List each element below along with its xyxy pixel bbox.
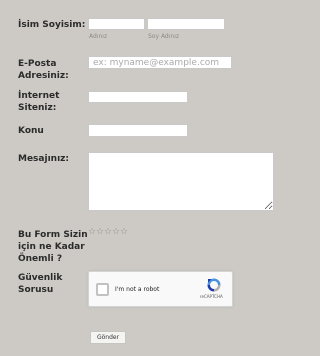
rating-star-icon[interactable]: ☆ [104, 227, 112, 237]
email-label-line2: Adresiniz: [18, 71, 69, 81]
last-name-sublabel: Soy Adınız [148, 33, 180, 40]
recaptcha-checkbox[interactable] [96, 283, 109, 296]
subject-label: Konu [18, 126, 44, 136]
last-name-input[interactable] [147, 18, 225, 30]
website-label: İnternet Siteniz: [18, 90, 59, 114]
rating-label-line1: Bu Form Sizin [18, 230, 88, 240]
security-label-line1: Güvenlik [18, 273, 63, 283]
message-label: Mesajınız: [18, 154, 69, 164]
email-input[interactable] [88, 56, 232, 69]
first-name-input[interactable] [88, 18, 145, 30]
email-label-line1: E-Posta [18, 59, 57, 69]
star-rating[interactable]: ☆ ☆ ☆ ☆ ☆ [88, 227, 128, 237]
rating-star-icon[interactable]: ☆ [120, 227, 128, 237]
rating-label-line3: Önemli ? [18, 254, 63, 264]
website-label-line2: Siteniz: [18, 103, 57, 113]
rating-star-icon[interactable]: ☆ [112, 227, 120, 237]
website-input[interactable] [88, 91, 188, 103]
recaptcha-widget: I'm not a robot reCAPTCHA [88, 271, 233, 307]
rating-label: Bu Form Sizin için ne Kadar Önemli ? [18, 229, 88, 265]
rating-star-icon[interactable]: ☆ [96, 227, 104, 237]
security-label: Güvenlik Sorusu [18, 272, 62, 296]
rating-label-line2: için ne Kadar [18, 242, 85, 252]
recaptcha-brand: reCAPTCHA [200, 294, 223, 299]
security-label-line2: Sorusu [18, 285, 54, 295]
message-textarea[interactable] [88, 152, 274, 211]
rating-star-icon[interactable]: ☆ [88, 227, 96, 237]
recaptcha-logo-icon [207, 278, 221, 292]
recaptcha-text: I'm not a robot [115, 286, 160, 293]
subject-input[interactable] [88, 124, 188, 137]
submit-button[interactable]: Gönder [90, 331, 126, 344]
first-name-sublabel: Adınız [89, 33, 108, 40]
name-label: İsim Soyisim: [18, 20, 86, 30]
website-label-line1: İnternet [18, 91, 60, 101]
email-label: E-Posta Adresiniz: [18, 58, 69, 82]
